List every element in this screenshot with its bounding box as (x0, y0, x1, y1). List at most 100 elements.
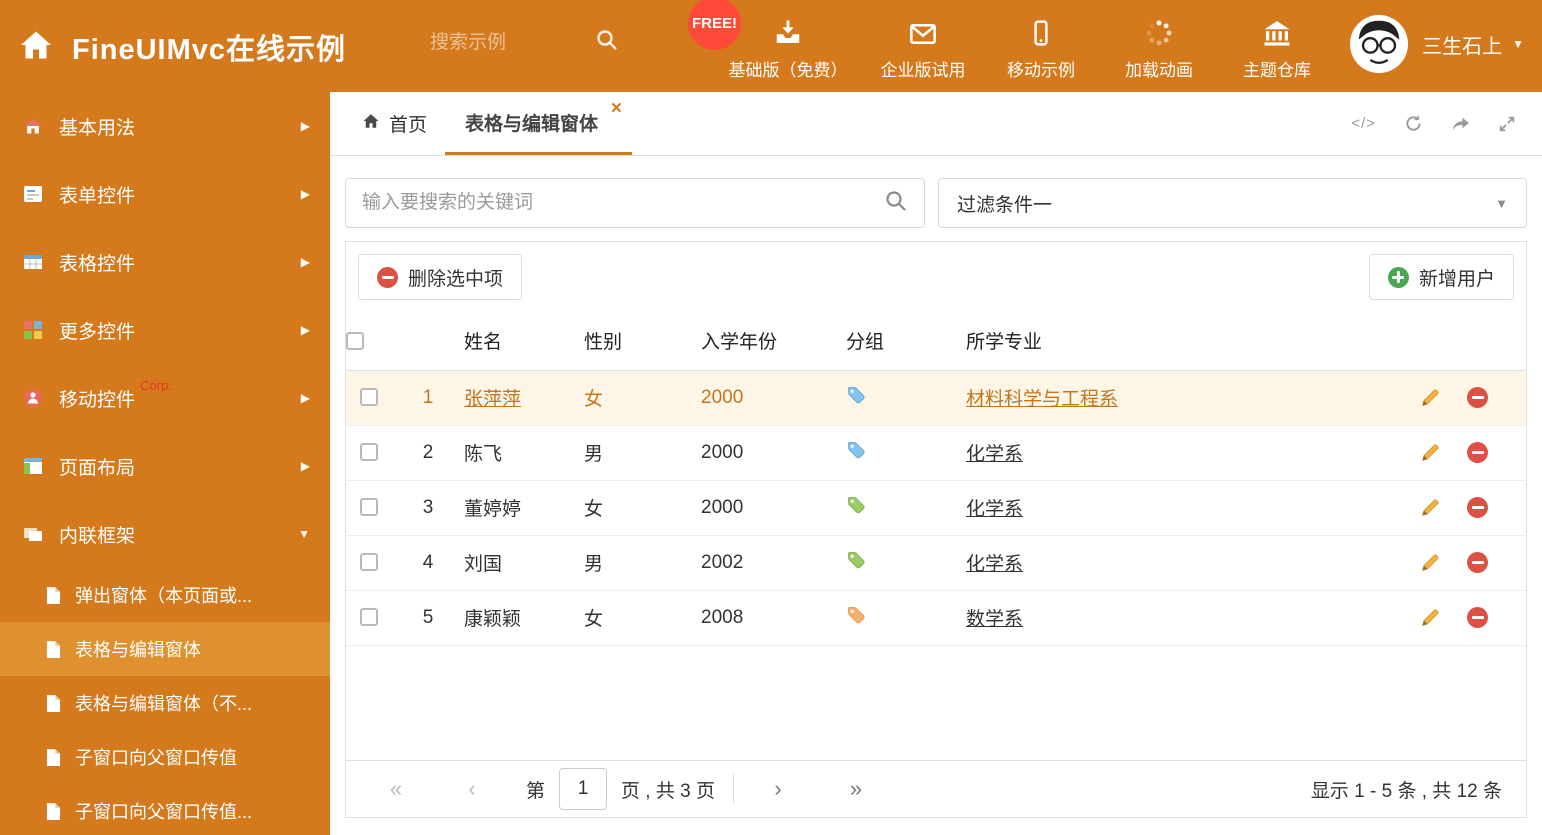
column-header-name[interactable]: 姓名 (454, 312, 574, 371)
avatar (1350, 15, 1409, 73)
table-row[interactable]: 1 张萍萍 女 2000 材料科学与工程系 (346, 370, 1526, 426)
first-page-button[interactable]: « (378, 776, 414, 802)
delete-row-icon[interactable] (1467, 442, 1488, 463)
edit-icon[interactable] (1420, 552, 1441, 573)
row-checkbox[interactable] (360, 608, 378, 627)
share-icon[interactable] (1451, 114, 1470, 133)
column-header-major[interactable]: 所学专业 (956, 312, 1378, 371)
sidebar-item-inline-frame[interactable]: 内联框架 ▼ (0, 500, 330, 568)
delete-row-icon[interactable] (1467, 497, 1488, 518)
search-icon[interactable] (595, 28, 619, 57)
sidebar-item-grid-controls[interactable]: 表格控件 ▶ (0, 228, 330, 296)
close-icon[interactable]: × (611, 99, 622, 118)
student-name-link[interactable]: 张萍萍 (464, 389, 521, 410)
nav-item-mobile-examples[interactable]: 移动示例 (982, 16, 1100, 81)
tag-icon (846, 550, 866, 570)
column-header-group[interactable]: 分组 (836, 312, 956, 371)
edit-icon[interactable] (1420, 442, 1441, 463)
year-cell: 2000 (691, 370, 836, 426)
sidebar-item-page-layout[interactable]: 页面布局 ▶ (0, 432, 330, 500)
major-link[interactable]: 化学系 (966, 444, 1023, 465)
student-name-link[interactable]: 康颖颖 (464, 609, 521, 630)
delete-selected-button[interactable]: 删除选中项 (358, 254, 523, 300)
fullscreen-icon[interactable] (1498, 115, 1516, 133)
select-all-checkbox[interactable] (346, 331, 364, 350)
major-link[interactable]: 化学系 (966, 499, 1023, 520)
filter-dropdown[interactable]: 过滤条件一 ▼ (938, 178, 1527, 228)
row-checkbox[interactable] (360, 388, 378, 407)
sidebar-item-label: 页面布局 (59, 457, 136, 479)
tag-icon (846, 605, 866, 625)
row-checkbox[interactable] (360, 553, 378, 572)
sidebar-item-label: 表单控件 (59, 185, 136, 207)
search-icon[interactable] (884, 189, 908, 218)
student-name-link[interactable]: 刘国 (464, 554, 502, 575)
edit-icon[interactable] (1420, 387, 1441, 408)
sidebar-item-form-controls[interactable]: 表单控件 ▶ (0, 160, 330, 228)
tab-label: 首页 (389, 115, 428, 136)
sidebar-item-label: 基本用法 (59, 117, 136, 139)
sidebar-subitem-label: 子窗口向父窗口传值 (75, 748, 237, 768)
view-source-icon[interactable]: </> (1351, 115, 1376, 132)
year-cell: 2000 (691, 425, 836, 481)
nav-item-loading-animations[interactable]: 加载动画 (1100, 16, 1218, 81)
sidebar-subitem-label: 表格与编辑窗体 (75, 640, 201, 660)
chevron-down-icon: ▼ (1512, 37, 1524, 51)
tag-icon (846, 495, 866, 515)
sidebar-item-more-controls[interactable]: 更多控件 ▶ (0, 296, 330, 364)
sidebar-subitem-child-to-parent-2[interactable]: 子窗口向父窗口传值... (0, 784, 330, 835)
grid-panel: 删除选中项 新增用户 姓名 性别 入学年份 分组 所学专业 1 张萍萍 女 20… (345, 241, 1527, 818)
prev-page-button[interactable]: ‹ (454, 776, 490, 802)
nav-item-enterprise-trial[interactable]: 企业版试用 (864, 16, 982, 81)
home-icon[interactable] (18, 27, 54, 68)
sidebar-item-mobile-controls[interactable]: 移动控件 Corp. ▶ (0, 364, 330, 432)
table-row[interactable]: 3 董婷婷 女 2000 化学系 (346, 480, 1526, 536)
keyword-search-input[interactable] (362, 192, 884, 214)
row-checkbox[interactable] (360, 498, 378, 517)
delete-row-icon[interactable] (1467, 387, 1488, 408)
chevron-right-icon: ▶ (300, 119, 310, 133)
file-icon (46, 802, 62, 821)
sidebar-item-basic-usage[interactable]: 基本用法 ▶ (0, 92, 330, 160)
delete-row-icon[interactable] (1467, 607, 1488, 628)
sidebar-subitem-popup-window[interactable]: 弹出窗体（本页面或... (0, 568, 330, 622)
gender-cell: 女 (574, 480, 691, 536)
major-link[interactable]: 材料科学与工程系 (966, 389, 1118, 410)
refresh-icon[interactable] (1404, 114, 1423, 133)
student-name-link[interactable]: 董婷婷 (464, 499, 521, 520)
user-name: 三生石上 (1422, 35, 1503, 58)
table-row[interactable]: 4 刘国 男 2002 化学系 (346, 535, 1526, 591)
tab-grid-edit-window[interactable]: 表格与编辑窗体 × (445, 92, 633, 155)
edit-icon[interactable] (1420, 607, 1441, 628)
row-checkbox[interactable] (360, 443, 378, 462)
nav-label: 主题仓库 (1243, 61, 1311, 80)
major-link[interactable]: 化学系 (966, 554, 1023, 575)
user-menu[interactable]: 三生石上 ▼ (1350, 15, 1524, 73)
nav-item-theme-repository[interactable]: 主题仓库 (1218, 16, 1336, 81)
chevron-down-icon: ▼ (1495, 195, 1508, 211)
chevron-down-icon: ▼ (298, 527, 310, 541)
student-name-link[interactable]: 陈飞 (464, 444, 502, 465)
example-search-input[interactable] (430, 31, 595, 54)
delete-selected-label: 删除选中项 (408, 268, 504, 290)
sidebar-subitem-grid-edit-window[interactable]: 表格与编辑窗体 (0, 622, 330, 676)
delete-row-icon[interactable] (1467, 552, 1488, 573)
major-link[interactable]: 数学系 (966, 609, 1023, 630)
row-index: 2 (402, 425, 454, 481)
sidebar-subitem-grid-edit-window-no[interactable]: 表格与编辑窗体（不... (0, 676, 330, 730)
pager-divider (732, 774, 734, 804)
add-user-button[interactable]: 新增用户 (1368, 254, 1514, 300)
edit-icon[interactable] (1420, 497, 1441, 518)
column-header-gender[interactable]: 性别 (574, 312, 691, 371)
next-page-button[interactable]: › (760, 776, 796, 802)
chevron-right-icon: ▶ (300, 323, 310, 337)
nav-label: 移动示例 (1007, 61, 1075, 80)
envelope-icon (908, 16, 938, 48)
tab-home[interactable]: 首页 (344, 92, 445, 155)
table-row[interactable]: 2 陈飞 男 2000 化学系 (346, 425, 1526, 481)
sidebar-subitem-child-to-parent[interactable]: 子窗口向父窗口传值 (0, 730, 330, 784)
page-number-input[interactable] (559, 768, 608, 810)
table-row[interactable]: 5 康颖颖 女 2008 数学系 (346, 590, 1526, 646)
last-page-button[interactable]: » (838, 776, 874, 802)
column-header-year[interactable]: 入学年份 (691, 312, 836, 371)
